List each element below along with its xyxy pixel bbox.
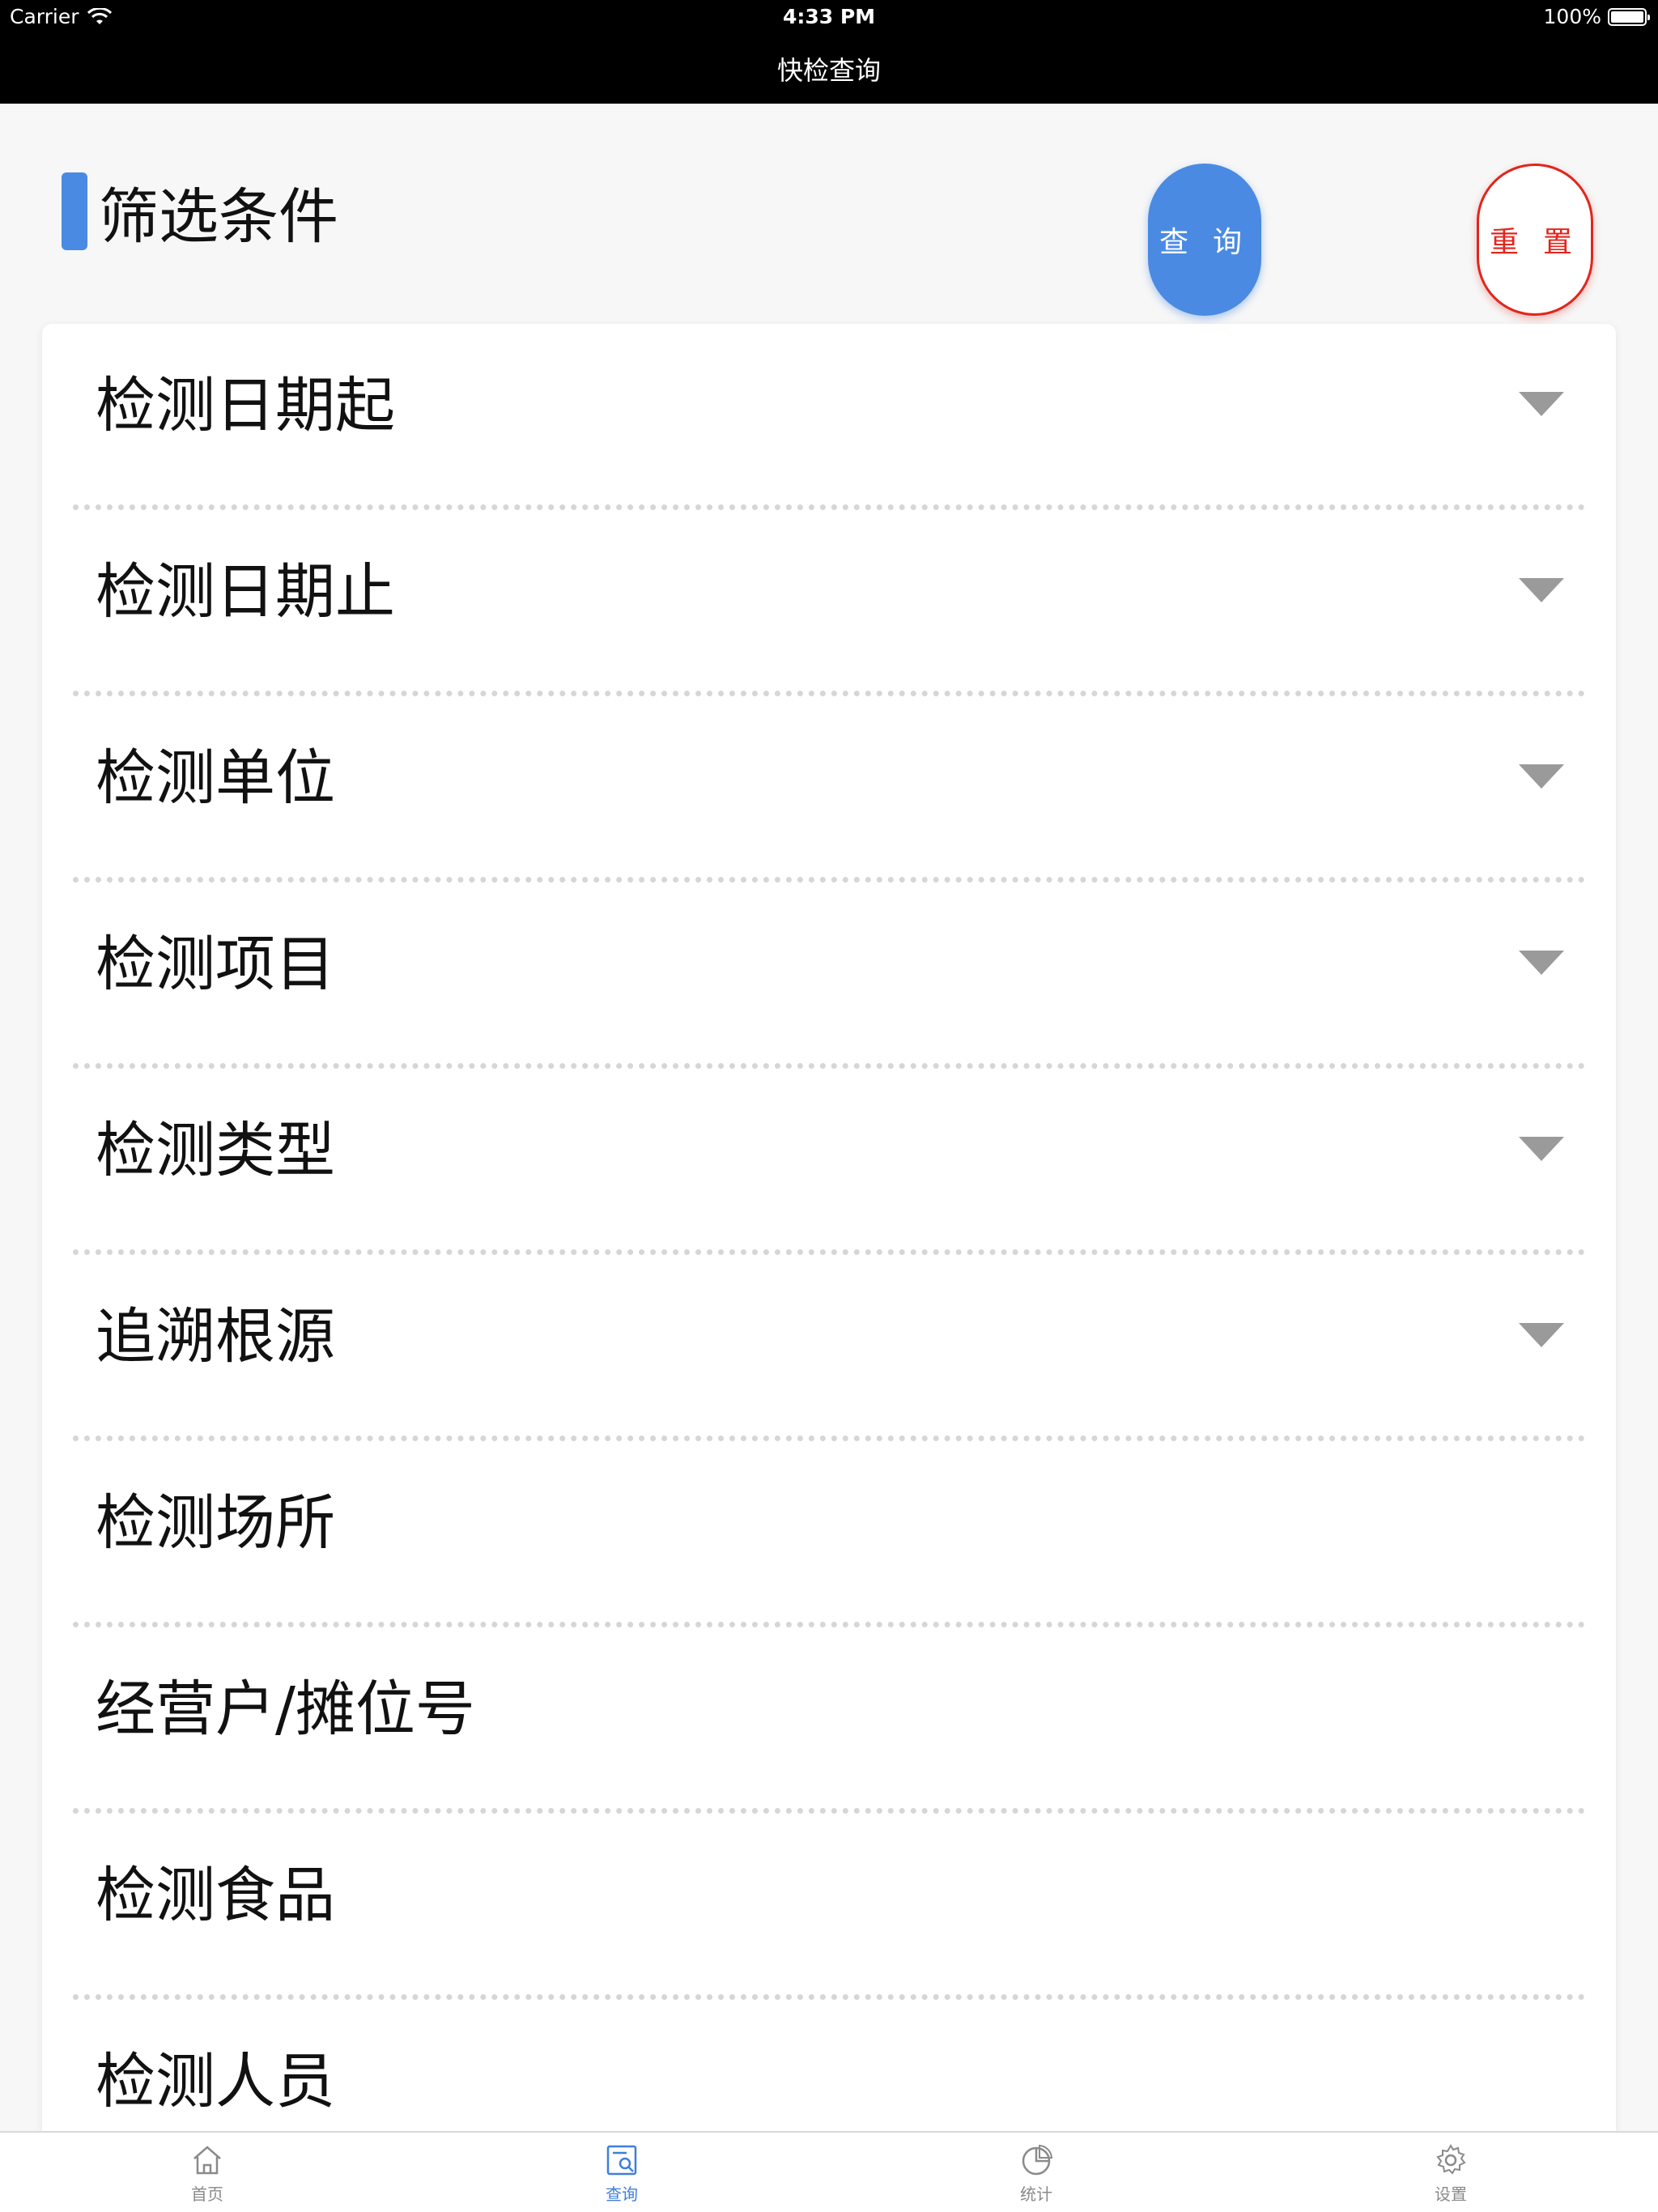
gear-icon: [1436, 2144, 1466, 2175]
field-row-item[interactable]: 检测项目: [73, 883, 1585, 1069]
reset-button[interactable]: 重 置: [1477, 164, 1593, 316]
field-label: 检测日期起: [96, 371, 395, 440]
pie-chart-icon: [1022, 2144, 1053, 2176]
field-label: 检测日期止: [96, 557, 395, 627]
field-row-type[interactable]: 检测类型: [73, 1069, 1585, 1255]
home-icon: [193, 2146, 221, 2175]
field-label: 检测食品: [96, 1861, 335, 1930]
field-label: 检测类型: [96, 1116, 335, 1185]
dropdown-arrow-icon[interactable]: [1519, 392, 1564, 416]
filter-card: 检测日期起 检测日期止 检测单位 检测项目 检测类型 追溯根源 检测场所 经营户…: [42, 324, 1616, 2131]
battery-icon: [1608, 7, 1650, 26]
dropdown-arrow-icon[interactable]: [1519, 1323, 1564, 1347]
field-row-trace[interactable]: 追溯根源: [73, 1255, 1585, 1441]
field-label: 追溯根源: [96, 1302, 335, 1372]
field-row-inspector[interactable]: 检测人员: [73, 2000, 1585, 2131]
field-row-unit[interactable]: 检测单位: [73, 696, 1585, 883]
field-row-food[interactable]: 检测食品: [73, 1814, 1585, 2000]
tab-stats[interactable]: 统计: [829, 2133, 1244, 2212]
dropdown-arrow-icon[interactable]: [1519, 1137, 1564, 1161]
field-row-vendor[interactable]: 经营户/摊位号: [73, 1627, 1585, 1814]
field-label: 检测人员: [96, 2047, 335, 2116]
field-row-date-end[interactable]: 检测日期止: [73, 510, 1585, 696]
nav-bar: 快检查询: [0, 34, 1658, 104]
tab-query[interactable]: 查询: [414, 2133, 829, 2212]
tab-label: 查询: [606, 2184, 638, 2204]
field-row-date-start[interactable]: 检测日期起: [73, 324, 1585, 510]
field-label: 检测场所: [96, 1488, 335, 1558]
tab-label: 首页: [191, 2184, 223, 2204]
nav-title: 快检查询: [776, 55, 881, 86]
field-label: 经营户/摊位号: [96, 1674, 475, 1744]
tab-bar: 首页 查询 统计 设置: [0, 2131, 1658, 2212]
field-label: 检测单位: [96, 743, 335, 813]
battery-percent: 100%: [1543, 5, 1601, 28]
section-accent-bar: [62, 172, 87, 250]
tab-label: 设置: [1435, 2184, 1467, 2204]
filter-title: 筛选条件: [99, 181, 338, 252]
search-doc-icon: [606, 2145, 637, 2176]
query-button[interactable]: 查 询: [1148, 164, 1261, 316]
tab-label: 统计: [1020, 2184, 1052, 2204]
tab-settings[interactable]: 设置: [1244, 2133, 1658, 2212]
status-bar: Carrier 4:33 PM 100%: [0, 0, 1658, 34]
dropdown-arrow-icon[interactable]: [1519, 578, 1564, 602]
battery-group: 100%: [1543, 5, 1650, 28]
field-row-place[interactable]: 检测场所: [73, 1441, 1585, 1627]
dropdown-arrow-icon[interactable]: [1519, 764, 1564, 789]
field-label: 检测项目: [96, 929, 335, 999]
tab-home[interactable]: 首页: [0, 2133, 414, 2212]
filter-header: 筛选条件: [62, 172, 338, 252]
status-time: 4:33 PM: [782, 5, 876, 28]
dropdown-arrow-icon[interactable]: [1519, 951, 1564, 975]
